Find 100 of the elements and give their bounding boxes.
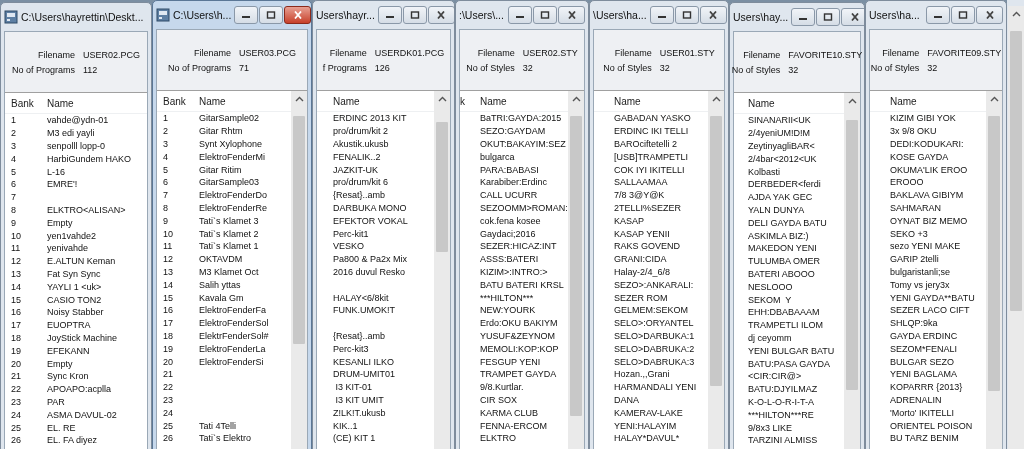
program-name[interactable]: YENI GAYDA**BATU [890, 292, 975, 303]
column-header[interactable]: k [460, 95, 480, 107]
program-name[interactable]: KIK..1 [333, 420, 358, 431]
program-name[interactable]: ElektroFenderSol [199, 318, 269, 329]
program-name[interactable]: DERBEDER<ferdi [748, 179, 821, 190]
scrollbar-thumb[interactable] [436, 122, 448, 252]
program-name[interactable]: MEMOLI:KOP:KOP [480, 343, 559, 354]
maximize-button[interactable] [402, 6, 427, 24]
program-name[interactable]: TULUMBA OMER [748, 256, 820, 267]
program-name[interactable]: BATU:DJYILMAZ [748, 384, 818, 395]
program-name[interactable]: ERDINC IKI TELLI [614, 126, 689, 137]
scrollbar[interactable] [434, 91, 450, 449]
scrollbar[interactable] [568, 91, 584, 449]
program-name[interactable]: HALAY<6/8kit [333, 292, 389, 303]
program-name[interactable]: NESLOOO [748, 281, 793, 292]
program-name[interactable]: JAZKIT-UK [333, 164, 378, 175]
program-name[interactable]: MAKEDON YENI [748, 243, 817, 254]
program-name[interactable]: ElektroFenderLa [199, 343, 266, 354]
program-name[interactable]: SEZER LACO CIFT [890, 305, 970, 316]
program-name[interactable]: KIZIM>:INTRO:> [480, 266, 548, 277]
program-name[interactable]: PAR [47, 396, 65, 407]
program-name[interactable]: vahde@ydn-01 [47, 115, 109, 126]
program-name[interactable]: FENNA-ERCOM [480, 420, 547, 431]
scrollbar[interactable] [844, 93, 860, 449]
close-button[interactable] [699, 6, 727, 24]
program-name[interactable]: bulgarca [480, 151, 515, 162]
program-name[interactable]: SELO>DABRUKA:3 [614, 356, 695, 367]
scrollbar-thumb[interactable] [988, 116, 1000, 391]
program-name[interactable]: YUSUF&ZEYNOM [480, 330, 555, 341]
program-name[interactable]: OYNAT BIZ MEMO [890, 215, 968, 226]
program-name[interactable]: GELMEM:SEKOM [614, 305, 688, 316]
program-name[interactable]: SEZER ROM [614, 292, 668, 303]
program-name[interactable]: GitarSample03 [199, 177, 260, 188]
program-name[interactable]: bulgaristanli;se [890, 266, 951, 277]
program-name[interactable]: ElektroFenderMi [199, 151, 266, 162]
scroll-up-icon[interactable] [847, 98, 857, 105]
program-name[interactable]: EUOPTRA [47, 320, 91, 331]
program-name[interactable]: EFEKANN [47, 345, 90, 356]
program-name[interactable]: L-16 [47, 166, 65, 177]
program-name[interactable]: ZeytinyagliBAR< [748, 141, 815, 151]
scrollbar-thumb[interactable] [293, 116, 305, 344]
minimize-button[interactable] [926, 6, 950, 24]
maximize-button[interactable] [816, 8, 841, 26]
program-name[interactable]: Gitar Ritim [199, 164, 242, 175]
program-name[interactable]: 7/8 3@Y@K [614, 190, 665, 201]
program-name[interactable]: 2/4yeniUM!D!M [748, 128, 810, 139]
program-name[interactable]: TRAMPETLI ILOM [748, 320, 823, 331]
program-name[interactable]: Empty [47, 358, 73, 369]
program-name[interactable]: Salih yttas [199, 279, 241, 290]
program-name[interactable]: Sync Kron [47, 371, 89, 382]
program-name[interactable]: Noisy Stabber [47, 307, 104, 318]
program-name[interactable]: SELO>DABRUKA:2 [614, 343, 695, 354]
program-name[interactable]: Fat Syn Sync [47, 268, 101, 279]
program-name[interactable]: FUNK.UMOK!T [333, 305, 395, 316]
program-name[interactable]: KOSE GAYDA [890, 151, 949, 162]
program-name[interactable]: SEZO:GAYDAM [480, 126, 546, 137]
program-name[interactable]: 'Morto' IKITELLI [890, 407, 954, 418]
close-button[interactable] [976, 6, 1003, 24]
program-name[interactable]: GARIP 2telli [890, 254, 939, 265]
program-name[interactable]: BULGAR SEZO [890, 356, 954, 367]
program-name[interactable]: NEW:YOURK [480, 305, 536, 316]
program-name[interactable]: DARBUKA MONO [333, 202, 407, 213]
program-name[interactable]: Empty [47, 217, 73, 228]
program-name[interactable]: FESGUP YENI [480, 356, 541, 367]
program-name[interactable]: 9/8x3 LIKE [748, 422, 793, 433]
program-name[interactable]: ORIENTEL POISON [890, 420, 973, 431]
program-name[interactable]: EROOO [890, 177, 924, 188]
program-name[interactable]: Kolbasti [748, 166, 781, 177]
close-button[interactable] [558, 6, 585, 24]
program-name[interactable]: SHLQP:9ka [890, 318, 938, 329]
scroll-up-icon[interactable] [571, 96, 581, 103]
program-name[interactable]: PARA:BABASI [480, 164, 539, 175]
maximize-button[interactable] [951, 6, 975, 24]
program-name[interactable]: ElektroFenderFa [199, 305, 267, 316]
program-name[interactable]: TARZINI ALMISS [748, 435, 818, 446]
program-name[interactable]: ASSS:BATERI [480, 254, 539, 265]
program-name[interactable]: cok.fena kosee [480, 215, 541, 226]
program-name[interactable]: yenivahde [47, 243, 89, 254]
program-name[interactable]: KOPARRR {2013} [890, 382, 963, 393]
program-name[interactable]: 2TELLI%SEZER [614, 202, 682, 213]
program-name[interactable]: SEZER:HICAZ:INT [480, 241, 557, 252]
program-name[interactable]: (CE) KIT 1 [333, 433, 376, 444]
program-name[interactable]: Synt Xylophone [199, 139, 263, 149]
program-name[interactable]: CASIO TON2 [47, 294, 102, 305]
column-header[interactable]: Name [748, 97, 775, 109]
program-name[interactable]: BAKLAVA GIBIYM [890, 190, 964, 201]
column-header[interactable]: Name [614, 95, 641, 107]
program-name[interactable]: {Resat}..amb [333, 330, 386, 341]
program-name[interactable]: Z!LK!T.ukusb [333, 407, 386, 418]
program-name[interactable]: <CIR:CIR@> [748, 371, 802, 382]
maximize-button[interactable] [259, 6, 284, 24]
program-name[interactable]: RAKS GOVEND [614, 241, 680, 252]
program-name[interactable]: YENI BAGLAMA [890, 369, 958, 380]
program-name[interactable]: BAROciftetelli 2 [614, 139, 678, 149]
program-name[interactable]: Tati`s Klamet 3 [199, 215, 259, 226]
scrollbar-thumb[interactable] [846, 120, 858, 390]
program-name[interactable]: KARMA CLUB [480, 407, 539, 418]
program-name[interactable]: Gaydaci;2016 [480, 228, 536, 239]
program-name[interactable]: SINANARII<UK [748, 115, 811, 126]
scrollbar[interactable] [1008, 6, 1024, 449]
